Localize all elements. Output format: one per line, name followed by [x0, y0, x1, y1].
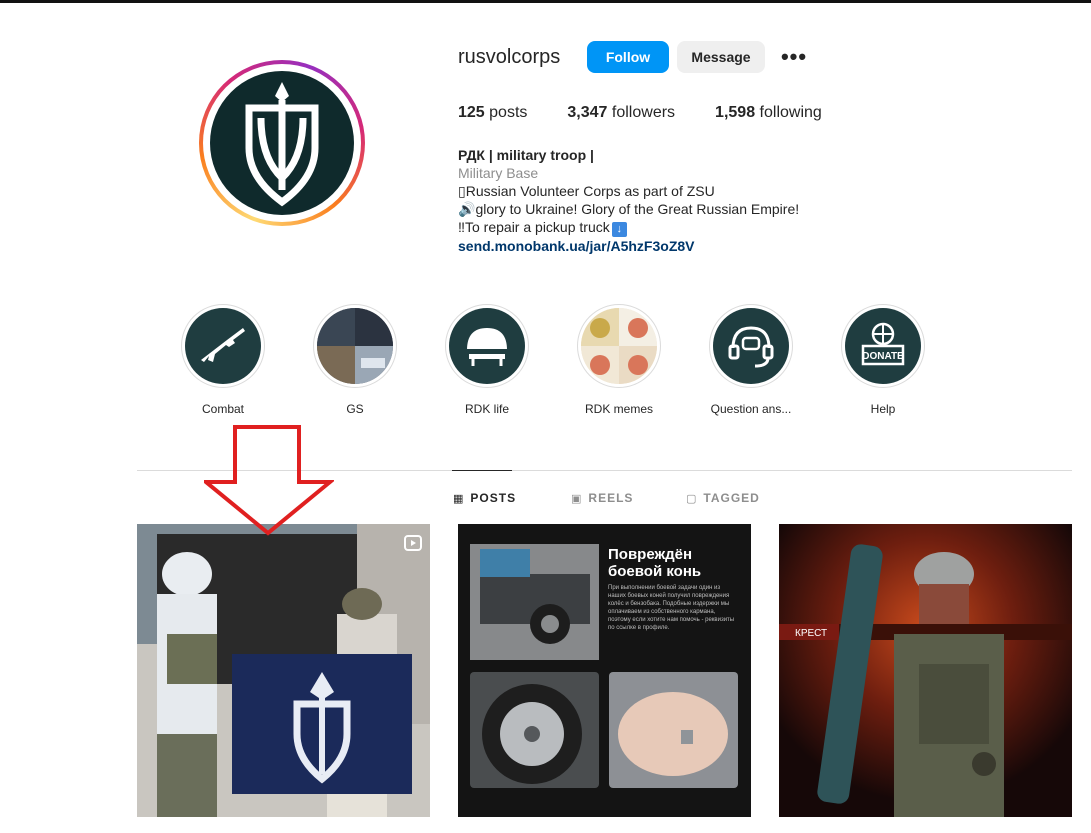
flag-glyph-icon: ▯ — [458, 183, 466, 199]
damaged-truck-photo — [470, 544, 599, 660]
post-2-body: При выполнении боевой задачи один из наш… — [608, 585, 735, 631]
profile-avatar[interactable] — [199, 60, 365, 226]
grid-icon: ▦ — [453, 492, 465, 505]
highlight-gs[interactable]: GS — [305, 304, 405, 416]
bio-line: 🔊glory to Ukraine! Glory of the Great Ru… — [458, 201, 800, 217]
window-top-border — [0, 0, 1091, 3]
speaker-icon: 🔊 — [458, 201, 476, 217]
post-1-image — [137, 524, 430, 817]
tagged-icon: ▢ — [686, 492, 698, 505]
donate-icon: DONATE — [845, 308, 921, 384]
post-2-title: Повреждён боевой конь — [608, 546, 702, 580]
meme-collage — [581, 308, 657, 384]
photo-collage — [317, 308, 393, 384]
headset-icon — [713, 308, 789, 384]
more-options-icon[interactable]: ••• — [778, 44, 810, 70]
svg-text:DONATE: DONATE — [862, 351, 904, 362]
following-stat[interactable]: 1,598 following — [715, 104, 822, 122]
highlight-combat[interactable]: Combat — [173, 304, 273, 416]
profile-stats: 125 posts 3,347 followers 1,598 followin… — [458, 104, 822, 122]
bio-link[interactable]: send.monobank.ua/jar/A5hzF3oZ8V — [458, 237, 878, 255]
red-down-arrow-annotation — [204, 425, 334, 536]
post-thumbnail-3[interactable]: КРЕСТ — [779, 524, 1072, 817]
profile-bio: РДК | military troop | Military Base ▯Ru… — [458, 146, 878, 255]
tab-posts[interactable]: ▦ POSTS — [453, 491, 516, 505]
rifle-icon — [185, 308, 261, 384]
shrapnel-hand-photo — [609, 672, 738, 788]
posts-stat: 125 posts — [458, 104, 528, 121]
followers-stat[interactable]: 3,347 followers — [567, 104, 675, 122]
flat-tire-photo — [470, 672, 599, 788]
highlight-help[interactable]: DONATE Help — [833, 304, 933, 416]
follow-button[interactable]: Follow — [587, 41, 669, 73]
bio-line: ‼To repair a pickup truck ↓ — [458, 218, 878, 237]
highlight-rdk-memes[interactable]: RDK memes — [569, 304, 669, 416]
highlight-rdk-life[interactable]: RDK life — [437, 304, 537, 416]
post-3-image: КРЕСТ — [779, 524, 1072, 817]
profile-username: rusvolcorps — [458, 46, 561, 68]
bio-name: РДК | military troop | — [458, 147, 594, 163]
tab-tagged[interactable]: ▢ TAGGED — [686, 491, 760, 505]
helmet-icon — [449, 308, 525, 384]
message-button[interactable]: Message — [677, 41, 765, 73]
post-3-caption: КРЕСТ — [795, 628, 827, 639]
double-exclamation-icon: ‼ — [458, 219, 465, 235]
reels-icon: ▣ — [571, 492, 583, 505]
bio-line: ▯Russian Volunteer Corps as part of ZSU — [458, 183, 715, 199]
post-thumbnail-1[interactable] — [137, 524, 430, 817]
bio-category: Military Base — [458, 165, 539, 181]
active-tab-indicator — [452, 470, 512, 471]
down-arrow-icon: ↓ — [611, 222, 627, 237]
post-thumbnail-2[interactable]: Повреждён боевой конь При выполнении бое… — [458, 524, 751, 817]
rdk-emblem-logo — [210, 71, 354, 215]
highlight-question-answers[interactable]: Question ans... — [701, 304, 801, 416]
tab-reels[interactable]: ▣ REELS — [571, 491, 633, 505]
